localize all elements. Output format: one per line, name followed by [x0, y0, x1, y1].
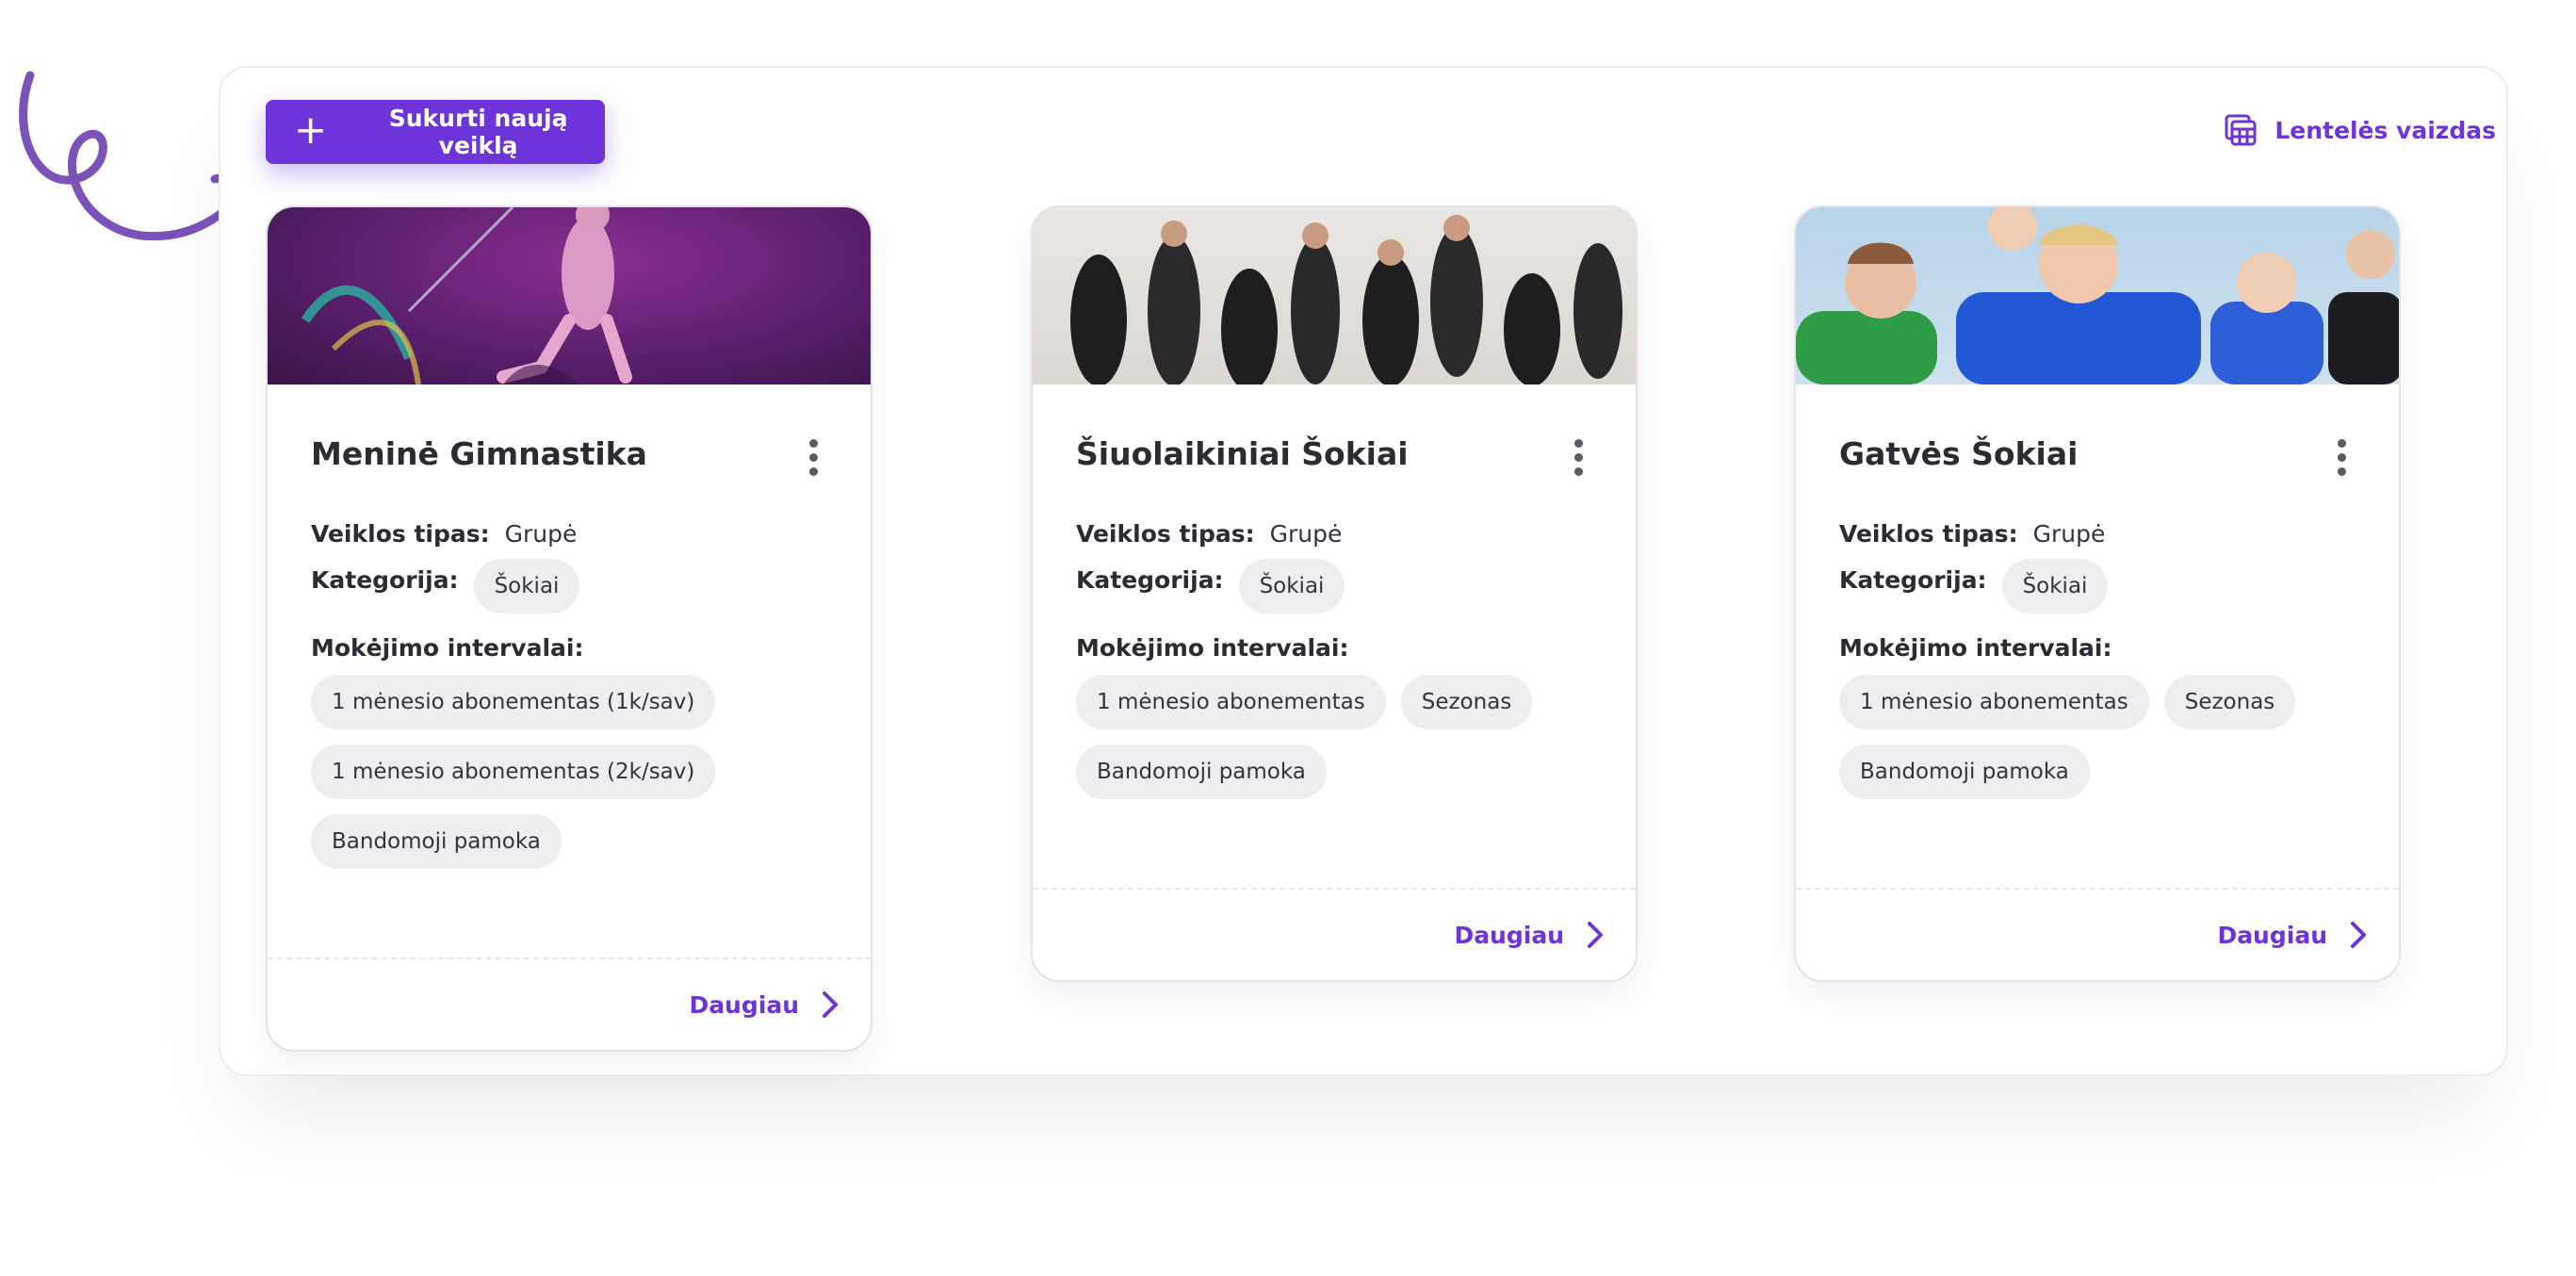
- create-activity-label: Sukurti naują veiklą: [388, 105, 568, 159]
- category-label: Kategorija:: [311, 566, 459, 594]
- activity-type-label: Veiklos tipas:: [1076, 520, 1255, 548]
- activity-type-value: Grupė: [2032, 520, 2106, 548]
- activity-image: [1796, 207, 2399, 384]
- table-view-toggle[interactable]: Lentelės vaizdas: [2224, 113, 2496, 147]
- payment-intervals-label: Mokėjimo intervalai:: [311, 634, 584, 662]
- gymnast-illustration: [301, 207, 632, 384]
- activity-type-label: Veiklos tipas:: [1839, 520, 2018, 548]
- payment-chip: 1 mėnesio abonementas (2k/sav): [311, 744, 716, 799]
- dancers-illustration: [1070, 215, 1622, 384]
- payment-chip: Bandomoji pamoka: [311, 814, 562, 869]
- payment-chip: 1 mėnesio abonementas (1k/sav): [311, 675, 716, 729]
- payment-chip: Sezonas: [2163, 675, 2296, 729]
- card-title: Gatvės Šokiai: [1839, 435, 2079, 472]
- activity-image: [268, 207, 871, 384]
- payment-chip: Bandomoji pamoka: [1839, 744, 2090, 799]
- payment-chip: 1 mėnesio abonementas: [1839, 675, 2149, 729]
- chevron-right-icon: [823, 991, 838, 1018]
- more-link[interactable]: Daugiau: [2217, 921, 2371, 949]
- activity-type-value: Grupė: [1269, 520, 1343, 548]
- more-link[interactable]: Daugiau: [689, 990, 842, 1019]
- payment-chip: 1 mėnesio abonementas: [1076, 675, 1386, 729]
- payment-chip: Sezonas: [1400, 675, 1533, 729]
- more-vertical-icon[interactable]: [805, 439, 822, 477]
- chevron-right-icon: [2351, 922, 2366, 948]
- more-label: Daugiau: [2217, 921, 2327, 949]
- payment-intervals-label: Mokėjimo intervalai:: [1839, 634, 2112, 662]
- create-activity-button[interactable]: + Sukurti naują veiklą: [266, 100, 605, 164]
- more-link[interactable]: Daugiau: [1454, 921, 1607, 949]
- category-chip: Šokiai: [2001, 559, 2109, 613]
- activity-card: Šiuolaikiniai Šokiai Veiklos tipas: Grup…: [1031, 205, 1638, 982]
- activity-card: Gatvės Šokiai Veiklos tipas: Grupė Kateg…: [1794, 205, 2401, 982]
- activity-image: [1033, 207, 1636, 384]
- payment-chip: Bandomoji pamoka: [1076, 744, 1327, 799]
- chevron-right-icon: [1588, 922, 1603, 948]
- category-label: Kategorija:: [1839, 566, 1987, 594]
- category-chip: Šokiai: [473, 559, 580, 613]
- more-label: Daugiau: [1454, 921, 1564, 949]
- table-icon: [2225, 114, 2257, 146]
- category-chip: Šokiai: [1238, 559, 1345, 613]
- activity-type-value: Grupė: [504, 520, 578, 548]
- card-title: Meninė Gimnastika: [311, 435, 647, 472]
- more-vertical-icon[interactable]: [1570, 439, 1587, 477]
- activity-card: Meninė Gimnastika Veiklos tipas: Grupė K…: [266, 205, 872, 1052]
- more-label: Daugiau: [689, 990, 799, 1019]
- activity-type-label: Veiklos tipas:: [311, 520, 490, 548]
- category-label: Kategorija:: [1076, 566, 1224, 594]
- more-vertical-icon[interactable]: [2333, 439, 2350, 477]
- kids-illustration: [1796, 207, 2399, 384]
- table-view-label: Lentelės vaizdas: [2274, 116, 2496, 144]
- plus-icon: +: [294, 106, 328, 153]
- card-title: Šiuolaikiniai Šokiai: [1076, 435, 1409, 472]
- payment-intervals-label: Mokėjimo intervalai:: [1076, 634, 1349, 662]
